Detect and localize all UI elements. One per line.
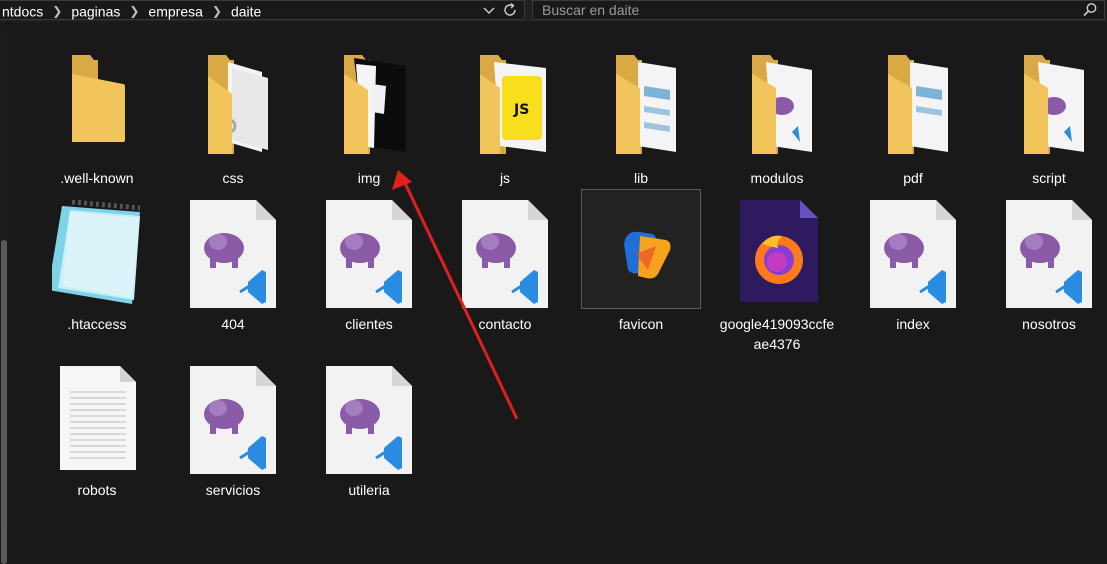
navigation-bar: ntdocs ❯ paginas ❯ empresa ❯ daite Buscar en d… — [0, 0, 1107, 22]
file-item[interactable]: contacto — [446, 200, 564, 334]
notepad-icon — [52, 200, 141, 304]
item-label: script — [1032, 170, 1066, 186]
item-label: clientes — [345, 316, 393, 332]
chevron-down-icon[interactable] — [482, 1, 496, 21]
item-label: google419093ccfeae4376 — [719, 316, 835, 352]
breadcrumb-segment[interactable]: empresa — [148, 3, 202, 19]
file-item[interactable]: clientes — [310, 200, 428, 334]
file-item[interactable]: favicon — [581, 189, 701, 332]
folder-with-files-icon — [208, 55, 268, 154]
search-box[interactable]: Buscar en daite — [532, 0, 1105, 20]
breadcrumb: ntdocs ❯ paginas ❯ empresa ❯ daite — [2, 2, 261, 19]
item-label: robots — [77, 482, 117, 498]
chevron-right-icon[interactable]: ❯ — [129, 4, 139, 18]
file-item[interactable]: servicios — [174, 366, 292, 500]
scrollbar-thumb[interactable] — [1, 240, 7, 564]
item-label: contacto — [478, 316, 532, 332]
folder-icon — [72, 55, 125, 142]
vertical-scrollbar[interactable] — [0, 32, 8, 564]
php-file-icon — [462, 200, 548, 308]
search-input[interactable]: Buscar en daite — [542, 2, 639, 18]
item-label: nosotros — [1022, 316, 1076, 332]
item-label: modulos — [750, 170, 804, 186]
refresh-icon[interactable] — [502, 2, 518, 18]
folder-item[interactable]: css — [174, 54, 292, 188]
php-file-icon — [1006, 200, 1092, 308]
text-file-icon — [60, 366, 136, 470]
firefox-html-icon — [740, 200, 818, 302]
folder-with-files-icon — [888, 55, 948, 154]
item-label: js — [499, 170, 511, 186]
file-item[interactable]: robots — [38, 366, 156, 500]
chevron-right-icon[interactable]: ❯ — [212, 4, 222, 18]
file-item[interactable]: .htaccess — [38, 200, 156, 334]
favicon-image-icon — [624, 231, 671, 279]
file-item[interactable]: 404 — [174, 200, 292, 334]
item-label: servicios — [205, 482, 261, 498]
folder-with-files-icon — [616, 55, 676, 154]
folder-item[interactable]: img — [310, 54, 428, 188]
item-label: utileria — [348, 482, 390, 498]
folder-with-images-icon — [344, 55, 406, 154]
breadcrumb-segment[interactable]: ntdocs — [2, 3, 43, 19]
address-bar[interactable]: ntdocs ❯ paginas ❯ empresa ❯ daite — [0, 0, 525, 20]
file-item[interactable]: index — [854, 200, 972, 334]
breadcrumb-segment[interactable]: daite — [231, 3, 261, 19]
folder-item[interactable]: modulos — [718, 54, 836, 188]
php-file-icon — [190, 200, 276, 308]
item-label: .well-known — [60, 170, 134, 186]
item-label: .htaccess — [67, 316, 127, 332]
item-label: img — [357, 170, 381, 186]
php-file-icon — [326, 200, 412, 308]
item-label: pdf — [903, 170, 923, 186]
php-file-icon — [870, 200, 956, 308]
folder-item[interactable]: lib — [582, 54, 700, 188]
folder-with-js-icon: JS — [480, 55, 546, 154]
item-label: 404 — [221, 316, 245, 332]
folder-with-php-icon — [1024, 55, 1084, 154]
search-icon[interactable] — [1082, 2, 1098, 18]
folder-item[interactable]: script — [990, 54, 1107, 188]
folder-with-php-icon — [752, 55, 812, 154]
file-item[interactable]: utileria — [310, 366, 428, 500]
folder-item[interactable]: pdf — [854, 54, 972, 188]
folder-item[interactable]: .well-known — [38, 54, 156, 188]
item-label: lib — [633, 170, 648, 186]
php-file-icon — [190, 366, 276, 474]
folder-item[interactable]: JS js — [446, 54, 564, 188]
file-item[interactable]: nosotros — [990, 200, 1107, 334]
item-label: css — [222, 170, 244, 186]
svg-text:JS: JS — [513, 102, 529, 118]
breadcrumb-segment[interactable]: paginas — [71, 3, 120, 19]
file-item[interactable]: google419093ccfeae4376 — [718, 200, 836, 354]
chevron-right-icon[interactable]: ❯ — [52, 4, 62, 18]
php-file-icon — [326, 366, 412, 474]
item-label: favicon — [618, 316, 664, 332]
item-label: index — [896, 316, 930, 332]
